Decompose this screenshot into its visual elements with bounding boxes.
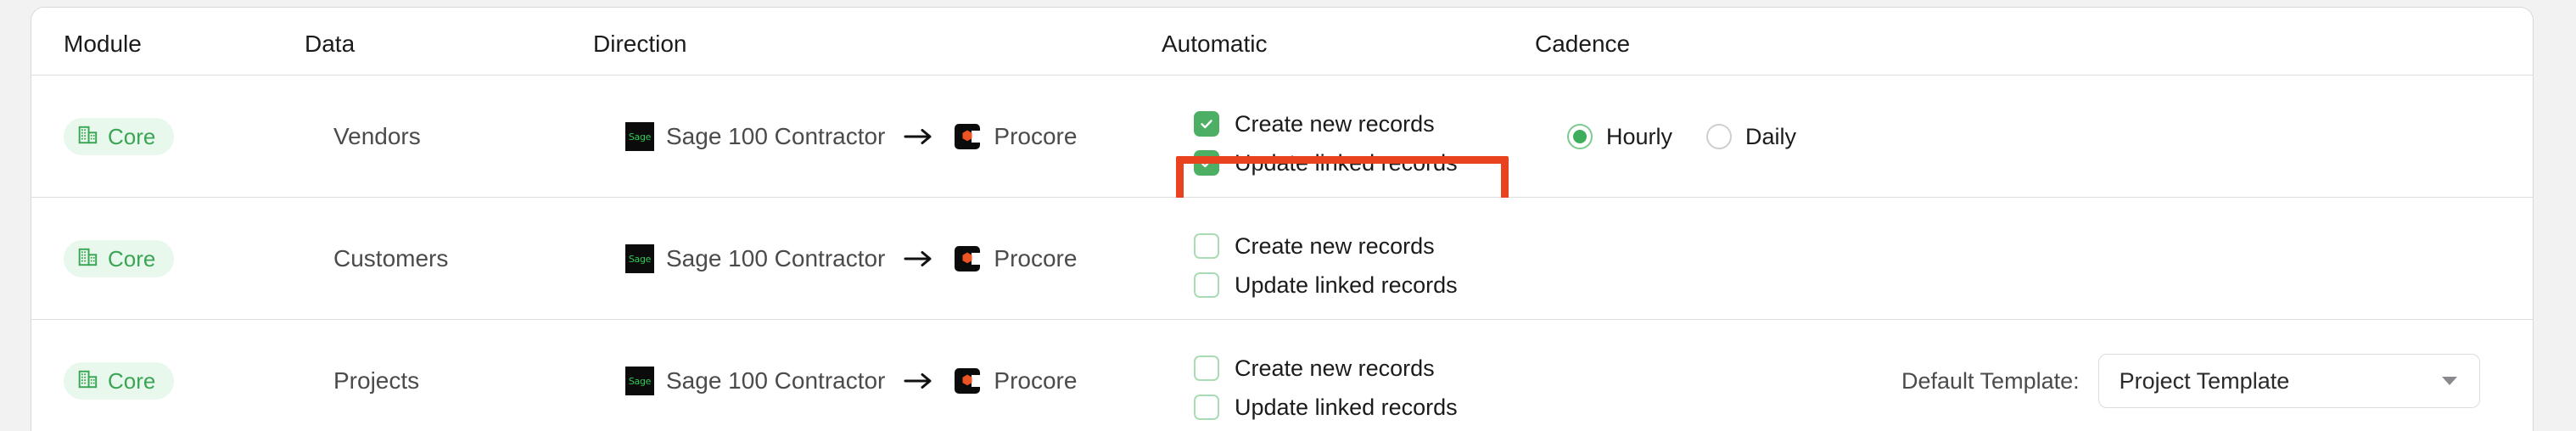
source-system: Sage Sage 100 Contractor <box>625 367 885 395</box>
default-template-label: Default Template: <box>1901 367 2080 394</box>
checkbox-create-new-records[interactable] <box>1194 355 1219 381</box>
column-header-module: Module <box>64 31 142 57</box>
target-system: Procore <box>953 244 1077 273</box>
source-system: Sage Sage 100 Contractor <box>625 244 885 273</box>
cadence-cell: Hourly Daily <box>1567 118 1796 155</box>
default-template-value: Project Template <box>2119 367 2290 394</box>
building-icon <box>77 124 99 150</box>
automatic-cell: Create new records Update linked records <box>1194 227 1458 305</box>
radio-hourly[interactable] <box>1567 124 1593 149</box>
column-header-direction: Direction <box>593 31 687 57</box>
source-system-label: Sage 100 Contractor <box>666 123 886 149</box>
update-linked-records-option[interactable]: Update linked records <box>1194 143 1458 182</box>
target-system-label: Procore <box>994 245 1078 271</box>
target-system: Procore <box>953 122 1077 151</box>
arrow-right-icon <box>904 370 934 392</box>
column-header-cadence: Cadence <box>1535 31 1631 57</box>
module-badge-label: Core <box>108 245 156 271</box>
column-header-data: Data <box>305 31 356 57</box>
direction-cell: Sage Sage 100 Contractor Procore <box>625 362 1077 400</box>
module-badge-core: Core <box>64 362 175 400</box>
source-system: Sage Sage 100 Contractor <box>625 122 885 151</box>
checkbox-create-new-records[interactable] <box>1194 111 1219 137</box>
create-new-records-label: Create new records <box>1235 232 1435 259</box>
checkbox-update-linked-records[interactable] <box>1194 272 1219 298</box>
radio-daily[interactable] <box>1706 124 1733 149</box>
data-label: Projects <box>333 367 420 394</box>
chevron-down-icon[interactable] <box>2441 377 2457 385</box>
direction-cell: Sage Sage 100 Contractor Procore <box>625 240 1077 277</box>
create-new-records-option[interactable]: Create new records <box>1194 349 1435 388</box>
building-icon <box>77 246 99 272</box>
arrow-right-icon <box>904 248 934 270</box>
data-cell: Projects <box>333 362 419 400</box>
create-new-records-label: Create new records <box>1235 110 1435 137</box>
data-cell: Customers <box>333 240 448 277</box>
target-system: Procore <box>953 367 1077 395</box>
cadence-option-hourly[interactable]: Hourly <box>1567 124 1672 150</box>
sage-logo-icon: Sage <box>625 367 654 395</box>
update-linked-records-option[interactable]: Update linked records <box>1194 388 1458 427</box>
checkbox-update-linked-records[interactable] <box>1194 395 1219 420</box>
checkbox-update-linked-records[interactable] <box>1194 150 1219 176</box>
arrow-right-icon <box>904 126 934 148</box>
source-system-label: Sage 100 Contractor <box>666 245 886 271</box>
default-template-cell: Default Template: Project Template <box>1901 354 2480 408</box>
module-cell: Core <box>64 362 175 400</box>
integration-mapping-screen: Module Data Direction Automatic Cadence <box>0 0 2576 431</box>
cadence-option-daily[interactable]: Daily <box>1706 124 1796 150</box>
source-system-label: Sage 100 Contractor <box>666 367 886 394</box>
data-cell: Vendors <box>333 118 421 155</box>
data-label: Vendors <box>333 123 421 149</box>
create-new-records-option[interactable]: Create new records <box>1194 104 1435 143</box>
automatic-cell: Create new records Update linked records <box>1194 104 1458 182</box>
module-badge-label: Core <box>108 123 156 149</box>
procore-logo-icon <box>953 122 982 151</box>
checkbox-create-new-records[interactable] <box>1194 233 1219 259</box>
update-linked-records-label: Update linked records <box>1235 271 1458 298</box>
module-badge-core: Core <box>64 118 175 155</box>
table-row: Core Vendors Sage Sage 100 Contractor Pr… <box>31 76 2533 263</box>
cadence-daily-label: Daily <box>1745 123 1797 149</box>
sage-logo-icon: Sage <box>625 244 654 273</box>
default-template-select[interactable]: Project Template <box>2097 354 2480 408</box>
data-label: Customers <box>333 245 449 271</box>
building-icon <box>77 368 99 395</box>
column-header-automatic: Automatic <box>1162 31 1268 57</box>
module-badge-label: Core <box>108 367 156 394</box>
cadence-hourly-label: Hourly <box>1606 123 1673 149</box>
update-linked-records-label: Update linked records <box>1235 394 1458 420</box>
table-row: Core Customers Sage Sage 100 Contractor <box>31 198 2533 320</box>
target-system-label: Procore <box>994 123 1078 149</box>
procore-logo-icon <box>953 244 982 273</box>
table-header-row: Module Data Direction Automatic Cadence <box>31 8 2533 76</box>
create-new-records-label: Create new records <box>1235 355 1435 381</box>
create-new-records-option[interactable]: Create new records <box>1194 227 1435 266</box>
table-row: Core Projects Sage Sage 100 Contractor P… <box>31 320 2533 431</box>
update-linked-records-option[interactable]: Update linked records <box>1194 266 1458 305</box>
sync-mapping-table: Module Data Direction Automatic Cadence <box>31 7 2534 431</box>
module-badge-core: Core <box>64 240 175 277</box>
direction-cell: Sage Sage 100 Contractor Procore <box>625 118 1077 155</box>
automatic-cell: Create new records Update linked records <box>1194 349 1458 427</box>
procore-logo-icon <box>953 367 982 395</box>
module-cell: Core <box>64 118 175 155</box>
update-linked-records-label: Update linked records <box>1235 149 1458 176</box>
target-system-label: Procore <box>994 367 1078 394</box>
module-cell: Core <box>64 240 175 277</box>
sage-logo-icon: Sage <box>625 122 654 151</box>
